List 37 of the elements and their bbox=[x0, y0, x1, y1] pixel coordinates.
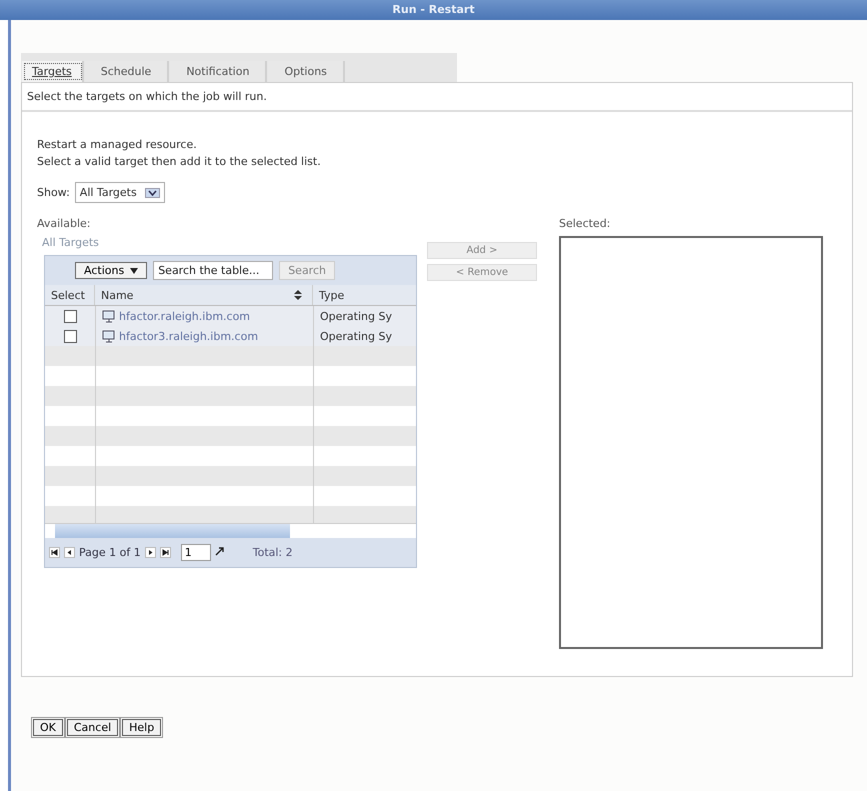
page-number-field[interactable]: 1 bbox=[180, 544, 211, 561]
selected-label: Selected: bbox=[559, 217, 612, 230]
tab[interactable]: Targets bbox=[22, 61, 84, 82]
target-link[interactable]: hfactor3.raleigh.ibm.com bbox=[119, 330, 258, 342]
selected-list[interactable] bbox=[559, 236, 823, 649]
dialog-button[interactable]: Cancel bbox=[66, 719, 118, 736]
target-link[interactable]: hfactor.raleigh.ibm.com bbox=[119, 310, 250, 322]
instruction-text: Select the targets on which the job will run. bbox=[22, 83, 852, 112]
available-label: Available: bbox=[37, 217, 92, 230]
show-dropdown[interactable]: All Targets bbox=[74, 182, 165, 203]
checkbox[interactable] bbox=[64, 330, 76, 342]
search-field[interactable]: Search the table... bbox=[153, 261, 274, 280]
caret-icon bbox=[130, 268, 138, 274]
column-header[interactable]: Type bbox=[313, 285, 416, 305]
total-count: Total: 2 bbox=[252, 546, 293, 559]
first-page-icon[interactable] bbox=[49, 547, 60, 558]
table-caption: All Targets bbox=[42, 236, 100, 249]
last-page-icon[interactable] bbox=[160, 547, 171, 558]
actions-button[interactable]: Actions bbox=[75, 262, 148, 279]
table-cell-text: Operating Sy bbox=[319, 308, 393, 324]
description-text: Restart a managed resource. bbox=[37, 137, 198, 153]
checkbox[interactable] bbox=[64, 310, 76, 322]
column-header[interactable]: Name bbox=[95, 285, 313, 305]
window-title: Run - Restart bbox=[392, 3, 475, 16]
sort-icon bbox=[294, 290, 302, 300]
next-page-icon[interactable] bbox=[144, 547, 156, 558]
table-cell-text: Operating Sy bbox=[319, 328, 393, 344]
description-text: Select a valid target then add it to the selected list. bbox=[37, 154, 322, 170]
dialog-button[interactable]: OK bbox=[33, 719, 63, 736]
server-icon bbox=[102, 310, 116, 322]
show-label: Show: bbox=[37, 186, 70, 199]
previous-page-icon[interactable] bbox=[64, 547, 75, 558]
horizontal-scrollbar[interactable] bbox=[45, 523, 416, 538]
dialog-button[interactable]: Help bbox=[122, 719, 162, 736]
page-indicator: Page 1 of 1 bbox=[79, 546, 141, 559]
column-header[interactable]: Select bbox=[45, 285, 95, 305]
server-icon bbox=[102, 330, 116, 342]
